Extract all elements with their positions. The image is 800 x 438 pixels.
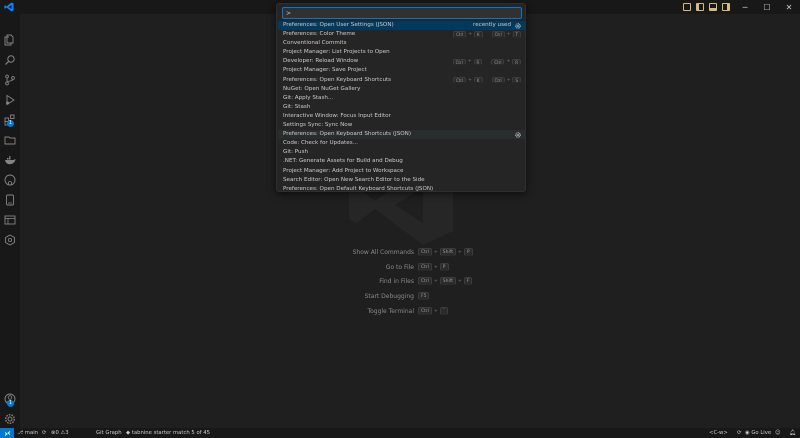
recently-used-tag: recently used: [473, 22, 511, 28]
command-item-label: Preferences: Open Default Keyboard Short…: [283, 185, 434, 192]
command-palette-input[interactable]: [282, 7, 522, 19]
keybinding-key: Ctrl: [491, 31, 505, 38]
command-list: Preferences: Open User Settings (JSON) re…: [278, 21, 525, 192]
command-item[interactable]: Search Editor: Open New Search Editor to…: [278, 176, 525, 185]
notifications-bell-icon[interactable]: 🔔︎: [789, 428, 796, 438]
accounts-badge: 1: [7, 400, 14, 407]
keybinding-key: Ctrl: [453, 76, 467, 84]
tabnine-indicator[interactable]: ◆ tabnine starter: [126, 428, 171, 438]
close-button[interactable]: ✕: [778, 0, 800, 14]
shortcut-go-to-file: Go to File Ctrl + P: [300, 263, 500, 273]
command-item[interactable]: .NET: Generate Assets for Build and Debu…: [278, 157, 525, 166]
problems-indicator[interactable]: ⊗0 ⚠3: [51, 428, 69, 438]
configure-keybinding-gear-icon[interactable]: [515, 131, 521, 138]
remote-explorer-icon[interactable]: [4, 134, 16, 146]
command-item-label: Git: Stash: [283, 103, 311, 110]
toggle-secondary-sidebar-icon[interactable]: [722, 3, 730, 11]
command-item[interactable]: Developer: Reload Window Ctrl + R Ctrl + R: [278, 57, 525, 66]
command-item[interactable]: Git: Stash: [278, 103, 525, 112]
command-item-label: Code: Check for Updates...: [283, 140, 358, 147]
search-icon[interactable]: [4, 54, 16, 66]
remote-indicator[interactable]: [0, 428, 14, 438]
command-item-label: Conventional Commits: [283, 40, 347, 47]
branch-indicator[interactable]: ⎇ main: [17, 428, 38, 438]
vim-keybinding-indicator: <C-w>: [709, 430, 728, 436]
keybinding-key: Ctrl: [452, 58, 466, 66]
explorer-icon[interactable]: [4, 34, 16, 46]
shortcut-show-all-commands: Show All Commands Ctrl + Shift + P: [300, 248, 500, 258]
shortcut-start-debugging: Start Debugging F5: [300, 292, 500, 302]
keybinding-key: Ctrl: [491, 76, 505, 84]
keybinding-key: Ctrl: [491, 58, 505, 66]
command-item[interactable]: Preferences: Open Default Keyboard Short…: [278, 185, 525, 192]
shortcut-toggle-terminal: Toggle Terminal Ctrl + `: [300, 307, 500, 317]
command-item[interactable]: Git: Push: [278, 148, 525, 157]
command-item-label: Git: Push: [283, 149, 309, 156]
kubernetes-icon[interactable]: [4, 234, 16, 246]
command-item[interactable]: Project Manager: List Projects to Open: [278, 48, 525, 57]
command-item-label: Project Manager: List Projects to Open: [283, 49, 390, 56]
keybinding-key: T: [512, 31, 521, 38]
command-item-label: Project Manager: Save Project: [283, 67, 367, 74]
minimize-button[interactable]: ─: [734, 0, 756, 14]
command-item[interactable]: Preferences: Color Theme Ctrl + K Ctrl + T: [278, 30, 525, 39]
run-debug-icon[interactable]: [4, 94, 16, 106]
activity-bar: 1 1: [0, 14, 20, 428]
command-item-label: NuGet: Open NuGet Gallery: [283, 85, 361, 92]
source-control-icon[interactable]: [4, 74, 16, 86]
command-item-label: Developer: Reload Window: [283, 58, 359, 65]
command-item-label: Settings Sync: Sync Now: [283, 122, 353, 129]
keybinding-key: Ctrl: [453, 31, 467, 38]
command-item[interactable]: Conventional Commits: [278, 39, 525, 48]
keybinding-key: R: [512, 58, 521, 66]
remote-icon: [4, 430, 10, 436]
command-item[interactable]: Settings Sync: Sync Now: [278, 121, 525, 130]
layout-controls: [683, 3, 730, 11]
command-item[interactable]: Preferences: Open User Settings (JSON) re…: [278, 21, 525, 31]
keybinding-key: K: [474, 31, 483, 38]
branch-icon: ⎇: [17, 430, 25, 436]
keybinding-key: R: [473, 58, 483, 66]
toggle-panel-icon[interactable]: [683, 3, 691, 11]
command-item[interactable]: Preferences: Open Keyboard Shortcuts (JS…: [278, 130, 525, 140]
command-item[interactable]: NuGet: Open NuGet Gallery: [278, 85, 525, 94]
command-item[interactable]: Project Manager: Save Project: [278, 66, 525, 75]
notebook-icon[interactable]: [4, 194, 16, 206]
command-item-label: Preferences: Open Keyboard Shortcuts (JS…: [283, 131, 412, 138]
vscode-logo-icon: [4, 2, 14, 12]
keybinding-key: K: [473, 76, 483, 84]
command-item-label: Search Editor: Open New Search Editor to…: [283, 176, 425, 183]
command-item[interactable]: Git: Apply Stash...: [278, 94, 525, 103]
command-item-label: Preferences: Open User Settings (JSON): [283, 22, 394, 28]
command-item[interactable]: Project Manager: Add Project to Workspac…: [278, 167, 525, 176]
command-palette: Preferences: Open User Settings (JSON) re…: [276, 3, 526, 192]
extensions-badge: 1: [7, 120, 14, 127]
sync-icon[interactable]: ⟳: [42, 428, 46, 438]
keybinding-key: S: [512, 76, 521, 84]
command-item-label: Project Manager: Add Project to Workspac…: [283, 167, 404, 174]
command-item-label: Interactive Window: Focus Input Editor: [283, 112, 391, 119]
command-item-label: .NET: Generate Assets for Build and Debu…: [283, 158, 403, 165]
maximize-button[interactable]: ☐: [756, 0, 778, 14]
live-share-icon[interactable]: ⟳: [737, 428, 741, 438]
go-live-button[interactable]: ◉ Go Live: [745, 428, 771, 438]
command-item-label: Preferences: Color Theme: [283, 31, 356, 38]
manage-gear-icon[interactable]: [4, 413, 16, 425]
command-item[interactable]: Preferences: Open Keyboard Shortcuts Ctrl…: [278, 76, 525, 85]
search-match-indicator: match 5 of 45: [173, 430, 211, 436]
git-graph-button[interactable]: Git Graph: [96, 428, 122, 438]
project-manager-icon[interactable]: [4, 214, 16, 226]
command-item[interactable]: Code: Check for Updates...: [278, 139, 525, 148]
docker-icon[interactable]: [4, 154, 16, 166]
command-item[interactable]: Interactive Window: Focus Input Editor: [278, 112, 525, 121]
configure-keybinding-gear-icon[interactable]: [515, 22, 521, 29]
accounts-status-icon[interactable]: ☺: [775, 428, 781, 438]
shortcut-find-in-files: Find in Files Ctrl + Shift + F: [300, 277, 500, 287]
command-item-label: Git: Apply Stash...: [283, 94, 334, 101]
toggle-primary-sidebar-icon[interactable]: [696, 3, 704, 11]
toggle-panel-bottom-icon[interactable]: [709, 3, 717, 11]
command-item-label: Preferences: Open Keyboard Shortcuts: [283, 76, 392, 83]
status-bar: ⎇ main ⟳ ⊗0 ⚠3 Git Graph ◆ tabnine start…: [0, 428, 800, 438]
github-icon[interactable]: [4, 174, 16, 186]
